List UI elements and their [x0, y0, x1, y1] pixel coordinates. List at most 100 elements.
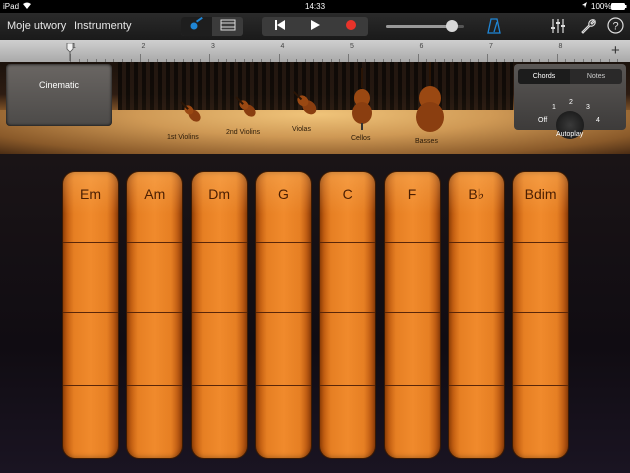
chord-name: F	[407, 186, 417, 202]
chord-segment-divider	[63, 385, 118, 386]
notes-tab[interactable]: Notes	[570, 69, 622, 84]
chords-tab[interactable]: Chords	[518, 69, 570, 84]
autoplay-off-label: Off	[538, 117, 548, 124]
my-songs-button[interactable]: Moje utwory	[7, 20, 66, 32]
instrument-view-button[interactable]	[181, 16, 212, 36]
play-icon	[309, 18, 321, 36]
location-icon	[581, 1, 588, 11]
chord-name: G	[277, 186, 289, 202]
chord-strip[interactable]: Am	[127, 172, 183, 458]
device-label: iPad	[3, 2, 20, 11]
battery-percent: 100%	[591, 2, 612, 11]
chord-segment-divider	[513, 242, 569, 243]
mixer-icon[interactable]	[550, 18, 566, 39]
chord-strip[interactable]: B♭	[448, 172, 504, 458]
autoplay-position: 4	[596, 117, 600, 124]
chord-segment-divider	[513, 312, 569, 313]
chord-name: Dm	[208, 186, 230, 202]
chord-name: Bdim	[524, 186, 557, 202]
timeline-ruler[interactable]: 12345678 +	[0, 40, 630, 63]
chord-segment-divider	[255, 312, 311, 313]
chord-strip[interactable]: Dm	[191, 172, 247, 458]
svg-text:?: ?	[612, 21, 618, 33]
viola-icon	[288, 90, 322, 124]
chord-strip[interactable]: C	[320, 172, 376, 458]
battery-icon	[611, 3, 627, 12]
first-violins[interactable]	[176, 97, 206, 132]
ruler-mark: 7	[489, 43, 493, 50]
chord-name: B♭	[468, 186, 485, 202]
chord-strip-highlight	[127, 172, 183, 242]
add-section-icon[interactable]: +	[611, 42, 620, 59]
autoplay-position: 2	[569, 99, 573, 106]
volume-slider[interactable]	[386, 20, 464, 32]
metronome-icon[interactable]	[487, 18, 501, 39]
chord-name: Am	[144, 186, 166, 202]
chord-segment-divider	[384, 242, 440, 243]
autoplay-position: 1	[552, 104, 556, 111]
autoplay-position: 3	[586, 104, 590, 111]
chord-name: Em	[80, 186, 101, 202]
cellos[interactable]	[350, 68, 374, 135]
view-toggle	[181, 16, 243, 36]
chord-segment-divider	[384, 385, 440, 386]
chord-segment-divider	[320, 312, 376, 313]
instrument-label: Cellos	[351, 135, 371, 142]
chord-strip-highlight	[513, 172, 569, 242]
instruments-button[interactable]: Instrumenty	[74, 20, 131, 32]
ruler-tick	[487, 54, 488, 62]
instrument-label: Violas	[292, 126, 311, 133]
chord-segment-divider	[448, 242, 504, 243]
rewind-icon	[274, 18, 286, 36]
clock: 14:33	[305, 2, 326, 11]
chord-strip-highlight	[448, 172, 504, 242]
ruler-tick	[556, 54, 558, 62]
wrench-icon[interactable]	[580, 18, 596, 39]
record-icon	[345, 18, 357, 36]
basses[interactable]	[413, 62, 447, 141]
chord-strip-highlight	[320, 172, 376, 242]
chord-segment-divider	[191, 385, 247, 386]
chord-segment-divider	[63, 312, 118, 313]
chord-strip[interactable]: G	[255, 172, 311, 458]
ruler-tick	[278, 54, 280, 62]
violas[interactable]	[288, 86, 322, 125]
chord-strip-highlight	[191, 172, 247, 242]
rewind-button[interactable]	[262, 17, 297, 36]
chord-segment-divider	[191, 242, 247, 243]
chord-strip[interactable]: Em	[63, 172, 118, 458]
ruler-mark: 4	[280, 43, 285, 50]
ruler-tick	[139, 54, 141, 62]
tracks-view-button[interactable]	[212, 17, 243, 36]
ruler-mark: 2	[141, 43, 146, 50]
violin-icon	[176, 101, 206, 131]
chords-notes-toggle: Chords Notes	[518, 69, 622, 84]
chord-segment-divider	[255, 385, 311, 386]
chord-strip-highlight	[384, 172, 440, 242]
second-violins[interactable]	[231, 92, 261, 127]
chord-segment-divider	[448, 312, 504, 313]
chord-strip-highlight	[63, 172, 118, 242]
ruler-mark: 6	[419, 43, 424, 50]
preset-selector[interactable]: Cinematic	[6, 64, 112, 126]
instrument-label: 1st Violins	[167, 134, 199, 141]
chord-segment-divider	[320, 242, 376, 243]
transport-controls	[262, 17, 368, 36]
chord-segment-divider	[384, 312, 440, 313]
volume-knob[interactable]	[446, 20, 459, 32]
ruler-tick	[348, 54, 349, 62]
ruler-tick	[209, 54, 210, 62]
record-button[interactable]	[333, 17, 368, 36]
play-button[interactable]	[297, 17, 333, 36]
control-bar: Moje utwory Instrumenty ?	[0, 13, 630, 40]
help-icon[interactable]: ?	[607, 17, 624, 39]
chord-strip[interactable]: Bdim	[513, 172, 569, 458]
chord-strip-highlight	[255, 172, 311, 242]
autoplay-label: Autoplay	[556, 131, 584, 138]
chord-strip[interactable]: F	[384, 172, 440, 458]
wifi-icon	[22, 1, 32, 12]
chord-segment-divider	[448, 385, 504, 386]
ruler-tick	[417, 54, 419, 62]
status-bar: iPad 14:33 100%	[0, 0, 630, 13]
chord-segment-divider	[191, 312, 247, 313]
